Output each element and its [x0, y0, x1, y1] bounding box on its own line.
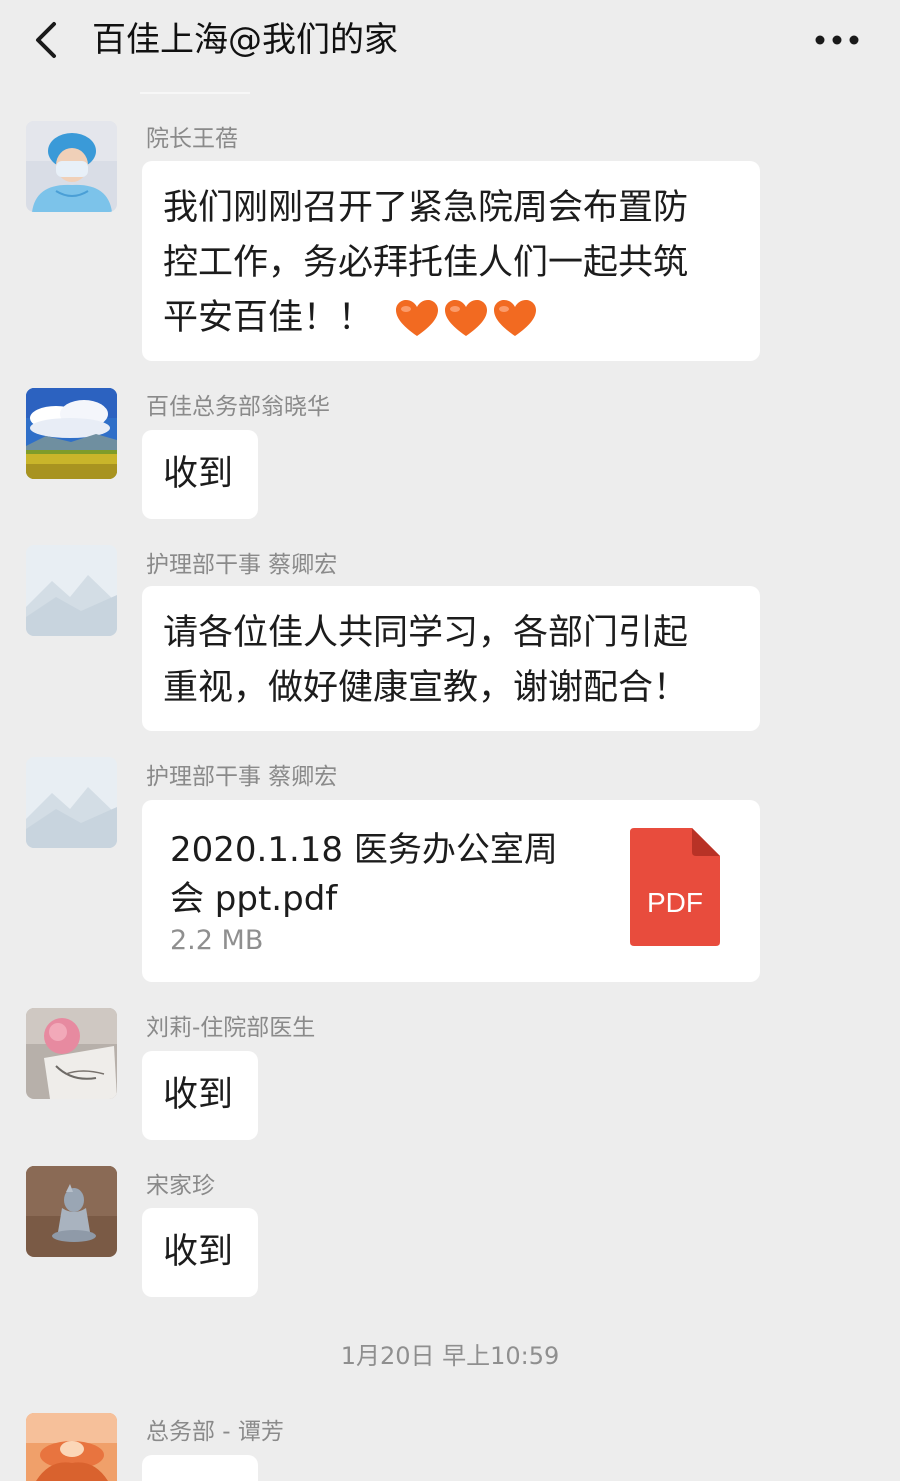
message-bubble[interactable]: 请各位佳人共同学习，各部门引起 重视，做好健康宣教，谢谢配合！	[142, 586, 760, 731]
message-line-with-emoji: 平安百佳！！	[163, 291, 742, 346]
pdf-label: PDF	[647, 887, 703, 918]
placeholder-avatar[interactable]	[26, 757, 117, 848]
sender-name: 刘莉-住院部医生	[146, 1015, 316, 1041]
sender-name: 百佳总务部翁晓华	[146, 394, 330, 420]
file-name-line: 会 ppt.pdf	[170, 879, 338, 919]
orange-heart-icon	[494, 300, 537, 336]
chat-header: 百佳上海@我们的家	[0, 0, 900, 84]
message-bubble[interactable]	[142, 1455, 258, 1481]
message-timestamp: 1月20日 早上10:59	[340, 1342, 560, 1370]
message-line: 收到	[163, 1232, 234, 1272]
nurse-avatar[interactable]	[26, 121, 117, 212]
message-line: 收到	[163, 454, 234, 494]
orange-heart-icon	[445, 300, 488, 336]
scroll-divider	[140, 92, 250, 94]
message-bubble[interactable]: 我们刚刚召开了紧急院周会布置防 控工作，务必拜托佳人们一起共筑 平安百佳！！	[142, 161, 760, 361]
figurine-avatar[interactable]	[26, 1166, 117, 1257]
message-line: 我们刚刚召开了紧急院周会布置防	[163, 188, 689, 228]
message-line: 请各位佳人共同学习，各部门引起	[163, 613, 689, 653]
hearts-emoji-group	[395, 299, 537, 339]
sender-name: 总务部 - 谭芳	[146, 1419, 284, 1445]
sender-name: 宋家珍	[146, 1173, 215, 1199]
message-line: 收到	[163, 1075, 234, 1115]
more-dots-icon[interactable]	[812, 28, 862, 52]
orange-heart-icon	[396, 300, 439, 336]
file-name-line: 2020.1.18 医务办公室周	[170, 830, 558, 870]
message-line: 重视，做好健康宣教，谢谢配合！	[163, 668, 689, 708]
placeholder-avatar[interactable]	[26, 545, 117, 636]
sender-name: 院长王蓓	[146, 126, 238, 152]
sender-name: 护理部干事 蔡卿宏	[146, 764, 338, 790]
message-line: 控工作，务必拜托佳人们一起共筑	[163, 243, 689, 283]
pdf-file-icon: PDF	[630, 828, 720, 946]
hands-avatar[interactable]	[26, 1413, 117, 1481]
message-bubble[interactable]: 收到	[142, 1051, 258, 1140]
sender-name: 护理部干事 蔡卿宏	[146, 552, 338, 578]
chevron-left-icon[interactable]	[30, 20, 70, 60]
file-size: 2.2 MB	[170, 925, 264, 956]
landscape-avatar[interactable]	[26, 388, 117, 479]
message-bubble[interactable]: 收到	[142, 1208, 258, 1297]
message-text: 平安百佳！！	[163, 298, 374, 338]
rose-avatar[interactable]	[26, 1008, 117, 1099]
message-bubble[interactable]: 收到	[142, 430, 258, 519]
chat-title: 百佳上海@我们的家	[92, 20, 398, 60]
file-name: 2020.1.18 医务办公室周 会 ppt.pdf	[170, 826, 610, 924]
file-message-card[interactable]: 2020.1.18 医务办公室周 会 ppt.pdf 2.2 MB PDF	[142, 800, 760, 982]
